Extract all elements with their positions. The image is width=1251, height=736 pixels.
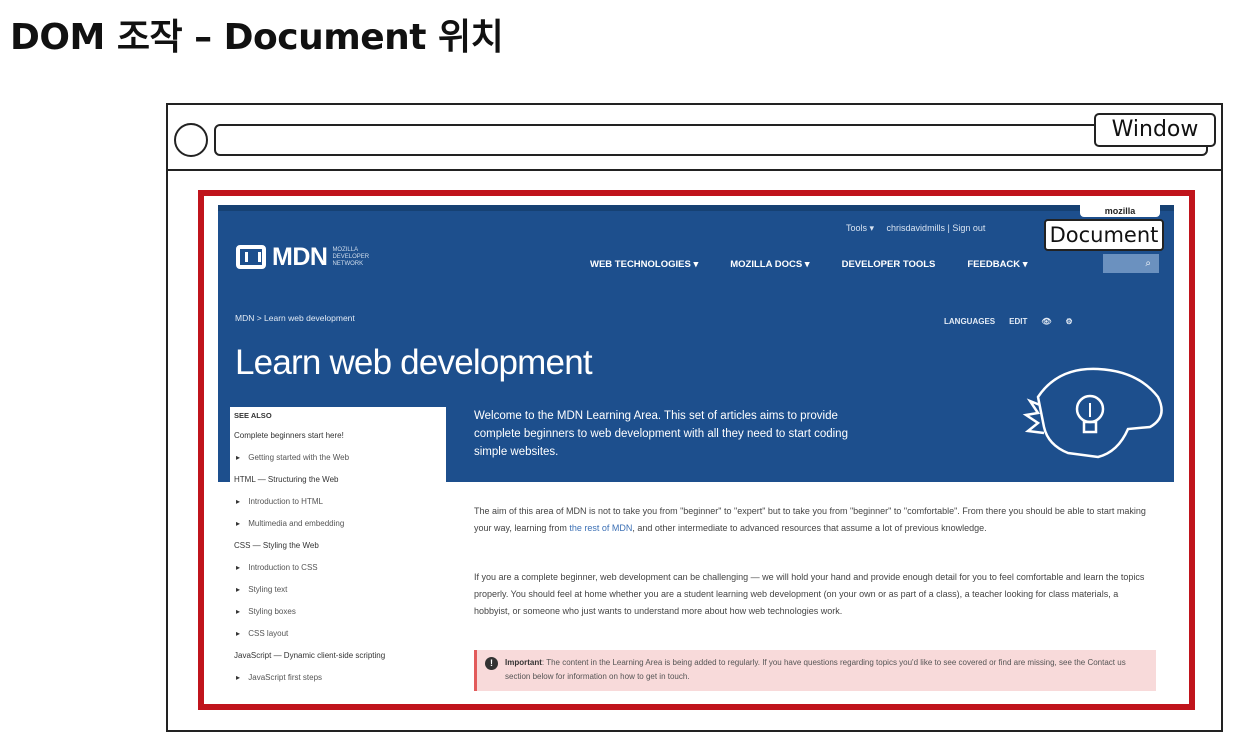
see-also-sidebar: SEE ALSO Complete beginners start here!Ge…: [230, 407, 446, 691]
main-nav: WEB TECHNOLOGIES ▾ MOZILLA DOCS ▾ DEVELO…: [590, 259, 1060, 270]
important-note: ! Important: The content in the Learning…: [474, 650, 1156, 691]
nav-developer-tools[interactable]: DEVELOPER TOOLS: [842, 259, 936, 270]
edit-button[interactable]: EDIT: [1009, 317, 1027, 326]
mdn-logo[interactable]: MDN MOZILLA DEVELOPER NETWORK: [236, 242, 370, 272]
intro-text: Welcome to the MDN Learning Area. This s…: [474, 410, 848, 458]
settings-icon[interactable]: ⚙: [1066, 317, 1073, 326]
rest-of-mdn-link[interactable]: the rest of MDN: [569, 523, 632, 533]
breadcrumb[interactable]: MDN > Learn web development: [235, 313, 355, 323]
dino-lightbulb-icon: [1022, 367, 1163, 459]
logo-subtitle: MOZILLA DEVELOPER NETWORK: [332, 246, 370, 267]
watch-icon[interactable]: 👁: [1041, 317, 1051, 326]
warn-text: : The content in the Learning Area is be…: [505, 658, 1126, 681]
mdn-logo-icon: [236, 245, 266, 269]
mozilla-tab[interactable]: mozilla: [1080, 205, 1160, 217]
para1-text-b: , and other intermediate to advanced res…: [632, 523, 987, 533]
sidebar-item[interactable]: JavaScript — Dynamic client-side scripti…: [230, 645, 446, 667]
sidebar-item[interactable]: HTML — Structuring the Web: [230, 469, 446, 491]
paragraph-aim: The aim of this area of MDN is not to ta…: [474, 503, 1156, 537]
languages-button[interactable]: LANGUAGES: [944, 317, 995, 326]
window-circle-icon: [174, 123, 208, 157]
sidebar-item[interactable]: Introduction to HTML: [230, 491, 446, 513]
mdn-page-screenshot: mozilla Tools ▾ chrisdavidmills | Sign o…: [218, 205, 1174, 691]
account-link[interactable]: chrisdavidmills | Sign out: [887, 223, 986, 233]
window-titlebar: Window: [168, 105, 1221, 171]
page-title: DOM 조작 – Document 위치: [10, 17, 504, 58]
tools-link[interactable]: Tools ▾: [846, 223, 874, 233]
search-input[interactable]: ⌕: [1103, 254, 1159, 273]
window-label: Window: [1094, 113, 1216, 147]
nav-web-technologies[interactable]: WEB TECHNOLOGIES ▾: [590, 259, 698, 270]
sidebar-item[interactable]: CSS layout: [230, 623, 446, 645]
address-bar[interactable]: [214, 124, 1208, 156]
sidebar-item[interactable]: Styling text: [230, 579, 446, 601]
sidebar-item[interactable]: Getting started with the Web: [230, 447, 446, 469]
banner-stripe: [218, 205, 1174, 211]
nav-feedback[interactable]: FEEDBACK ▾: [967, 259, 1027, 270]
top-links: Tools ▾ chrisdavidmills | Sign out: [846, 223, 995, 234]
sidebar-item[interactable]: Multimedia and embedding: [230, 513, 446, 535]
sidebar-item[interactable]: Complete beginners start here!: [230, 425, 446, 447]
sidebar-item[interactable]: Styling boxes: [230, 601, 446, 623]
search-icon: ⌕: [1145, 258, 1151, 269]
sidebar-item[interactable]: CSS — Styling the Web: [230, 535, 446, 557]
sidebar-item[interactable]: Introduction to CSS: [230, 557, 446, 579]
document-label: Document: [1044, 219, 1164, 251]
mdn-heading: Learn web development: [235, 343, 593, 382]
page-actions: LANGUAGES EDIT 👁 ⚙: [944, 317, 1073, 326]
warn-label: Important: [505, 658, 542, 667]
paragraph-beginner: If you are a complete beginner, web deve…: [474, 572, 1145, 616]
logo-text: MDN: [272, 242, 328, 271]
sidebar-item[interactable]: JavaScript first steps: [230, 667, 446, 689]
nav-mozilla-docs[interactable]: MOZILLA DOCS ▾: [730, 259, 809, 270]
sidebar-heading: SEE ALSO: [234, 411, 272, 420]
warning-icon: !: [485, 657, 498, 670]
